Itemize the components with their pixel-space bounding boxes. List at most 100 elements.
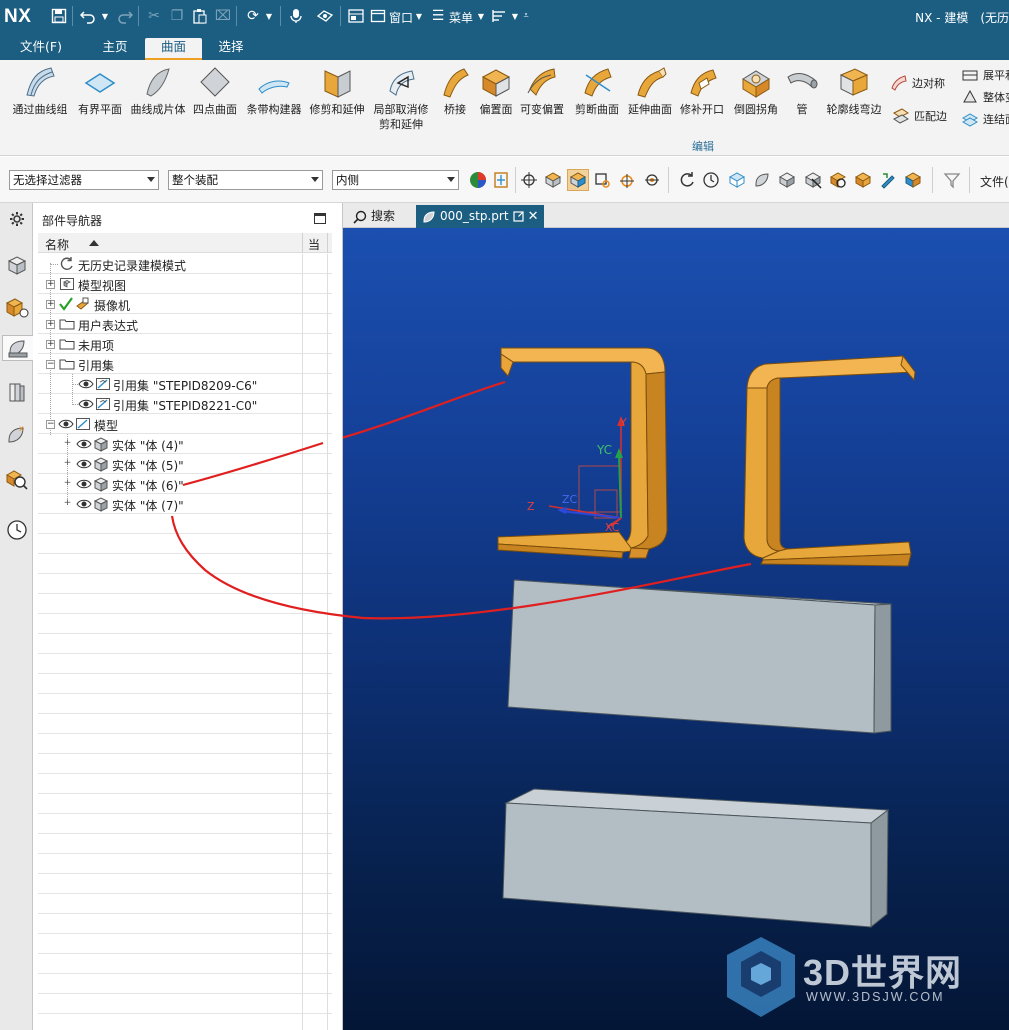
- tree-row-reference-sets[interactable]: − 引用集: [38, 354, 302, 374]
- color-filter-icon[interactable]: [467, 169, 489, 191]
- variable-offset-button[interactable]: 可变偏置: [518, 65, 566, 117]
- visibility-eye-icon[interactable]: [76, 436, 92, 452]
- channel-body-right[interactable]: [743, 354, 916, 567]
- select-edge-icon[interactable]: [591, 169, 613, 191]
- tab-home[interactable]: 主页: [88, 38, 142, 60]
- undo-icon[interactable]: [77, 5, 99, 27]
- update-dropdown-icon[interactable]: ▼: [264, 5, 274, 27]
- graphics-window[interactable]: Y YC Z ZC XC 3D世界网 WWW.3DSJW.COM: [343, 228, 1009, 1030]
- expand-icon[interactable]: +: [63, 499, 72, 509]
- redo-icon[interactable]: [114, 5, 136, 27]
- tree-row-refset-1[interactable]: 引用集 "STEPID8209-C6": [38, 374, 302, 394]
- divide-surface-button[interactable]: 剪断曲面: [572, 65, 622, 117]
- flatten-button[interactable]: 展平和: [961, 66, 1009, 84]
- four-point-surface-button[interactable]: 四点曲面: [190, 65, 240, 117]
- block-body-upper[interactable]: [507, 579, 892, 734]
- join-face-button[interactable]: 连结面: [961, 110, 1009, 128]
- expand-icon[interactable]: +: [63, 479, 72, 489]
- microphone-icon[interactable]: [285, 5, 307, 27]
- global-shape-button[interactable]: 整体变: [961, 88, 1009, 106]
- expand-icon[interactable]: +: [46, 280, 55, 289]
- select-point-icon[interactable]: [616, 169, 638, 191]
- tab-file[interactable]: 文件(F): [11, 38, 71, 60]
- expand-icon[interactable]: +: [63, 439, 72, 449]
- command-finder-icon[interactable]: [489, 5, 509, 27]
- select-feature-icon[interactable]: [542, 169, 564, 191]
- edit-object-display-icon[interactable]: [877, 169, 899, 191]
- through-curves-button[interactable]: 通过曲线组: [8, 65, 72, 117]
- column-header-current[interactable]: 当: [302, 233, 327, 253]
- offset-face-button[interactable]: 偏置面: [476, 65, 516, 117]
- undo-dropdown-icon[interactable]: ▼: [100, 5, 110, 27]
- tree-row-model-views[interactable]: + 模型视图: [38, 274, 302, 294]
- edge-symmetry-button[interactable]: 边对称: [890, 74, 945, 92]
- trim-extend-button[interactable]: 修剪和延伸: [307, 65, 367, 117]
- update-icon[interactable]: ⟳: [242, 5, 264, 27]
- visibility-eye-icon[interactable]: [76, 476, 92, 492]
- local-untrim-button[interactable]: 局部取消修剪和延伸: [370, 65, 432, 132]
- paste-icon[interactable]: [189, 5, 211, 27]
- wireframe-color-icon[interactable]: [902, 169, 924, 191]
- tree-row-refset-2[interactable]: 引用集 "STEPID8221-C0": [38, 394, 302, 414]
- copy-icon[interactable]: ❐: [166, 5, 188, 27]
- tab-part-file[interactable]: 000_stp.prt ✕: [416, 205, 544, 228]
- window-layout-icon[interactable]: [345, 5, 367, 27]
- clock-icon[interactable]: [700, 169, 722, 191]
- snap-point-icon[interactable]: [518, 169, 540, 191]
- quick-access-customize-icon[interactable]: ⩡: [521, 5, 531, 27]
- constraint-navigator-icon[interactable]: [4, 294, 30, 320]
- channel-body-left[interactable]: [497, 347, 668, 559]
- tree-row-camera[interactable]: + 摄像机: [38, 294, 302, 314]
- render-style-icon[interactable]: [751, 169, 773, 191]
- delete-icon[interactable]: ⌧: [212, 5, 234, 27]
- column-header-name[interactable]: 名称: [45, 236, 69, 253]
- reuse-library-icon[interactable]: [4, 379, 30, 405]
- tree-row-body-6[interactable]: + 实体 "体 (6)": [38, 474, 302, 494]
- bounded-plane-button[interactable]: 有界平面: [74, 65, 126, 117]
- strip-builder-button[interactable]: 条带构建器: [243, 65, 305, 117]
- filter-icon[interactable]: [941, 169, 963, 191]
- tab-surface[interactable]: 曲面: [145, 38, 202, 60]
- hide-show-icon[interactable]: [802, 169, 824, 191]
- visibility-eye-icon[interactable]: [76, 456, 92, 472]
- collapse-icon[interactable]: −: [46, 420, 55, 429]
- select-body-icon[interactable]: [567, 169, 589, 191]
- layer-settings-icon[interactable]: [852, 169, 874, 191]
- patch-opening-button[interactable]: 修补开口: [677, 65, 727, 117]
- tree-row-user-expressions[interactable]: + 用户表达式: [38, 314, 302, 334]
- visibility-eye-icon[interactable]: [78, 396, 94, 412]
- tree-row-body-7[interactable]: + 实体 "体 (7)": [38, 494, 302, 514]
- tab-select[interactable]: 选择: [205, 38, 257, 60]
- wcs-triad[interactable]: [548, 416, 625, 528]
- selection-mode-dropdown[interactable]: 内侧: [332, 170, 459, 190]
- expand-icon[interactable]: +: [63, 459, 72, 469]
- tree-row-model[interactable]: − 模型: [38, 414, 302, 434]
- file-menu-overflow[interactable]: 文件(: [980, 173, 1009, 190]
- corner-blend-button[interactable]: 倒圆拐角: [731, 65, 781, 117]
- select-center-icon[interactable]: [641, 169, 663, 191]
- cut-icon[interactable]: ✂: [143, 5, 165, 27]
- command-finder-dropdown-icon[interactable]: ▼: [510, 5, 520, 27]
- extend-surface-button[interactable]: 延伸曲面: [625, 65, 675, 117]
- curve-to-sheet-button[interactable]: 曲线成片体: [128, 65, 188, 117]
- tree-row-history-mode[interactable]: 无历史记录建模模式: [38, 254, 302, 274]
- view-orient-icon[interactable]: [726, 169, 748, 191]
- settings-gear-icon[interactable]: [4, 206, 30, 232]
- tube-button[interactable]: 管: [785, 65, 819, 117]
- expand-icon[interactable]: +: [46, 340, 55, 349]
- tab-search[interactable]: 搜索: [347, 205, 415, 228]
- pin-icon[interactable]: [512, 211, 524, 222]
- window-icon[interactable]: [368, 5, 388, 27]
- maximize-icon[interactable]: [314, 213, 326, 224]
- visibility-eye-icon[interactable]: [76, 496, 92, 512]
- touch-mode-icon[interactable]: [313, 5, 337, 27]
- part-navigator-icon[interactable]: [2, 335, 33, 361]
- window-dropdown-icon[interactable]: ▼: [414, 5, 424, 27]
- select-component-icon[interactable]: [490, 169, 512, 191]
- visibility-eye-icon[interactable]: [58, 416, 74, 432]
- window-menu[interactable]: 窗口: [389, 9, 413, 26]
- match-edge-button[interactable]: 匹配边: [892, 107, 947, 125]
- shaded-icon[interactable]: [776, 169, 798, 191]
- tree-row-body-4[interactable]: + 实体 "体 (4)": [38, 434, 302, 454]
- profile-flange-button[interactable]: 轮廓线弯边: [822, 65, 886, 117]
